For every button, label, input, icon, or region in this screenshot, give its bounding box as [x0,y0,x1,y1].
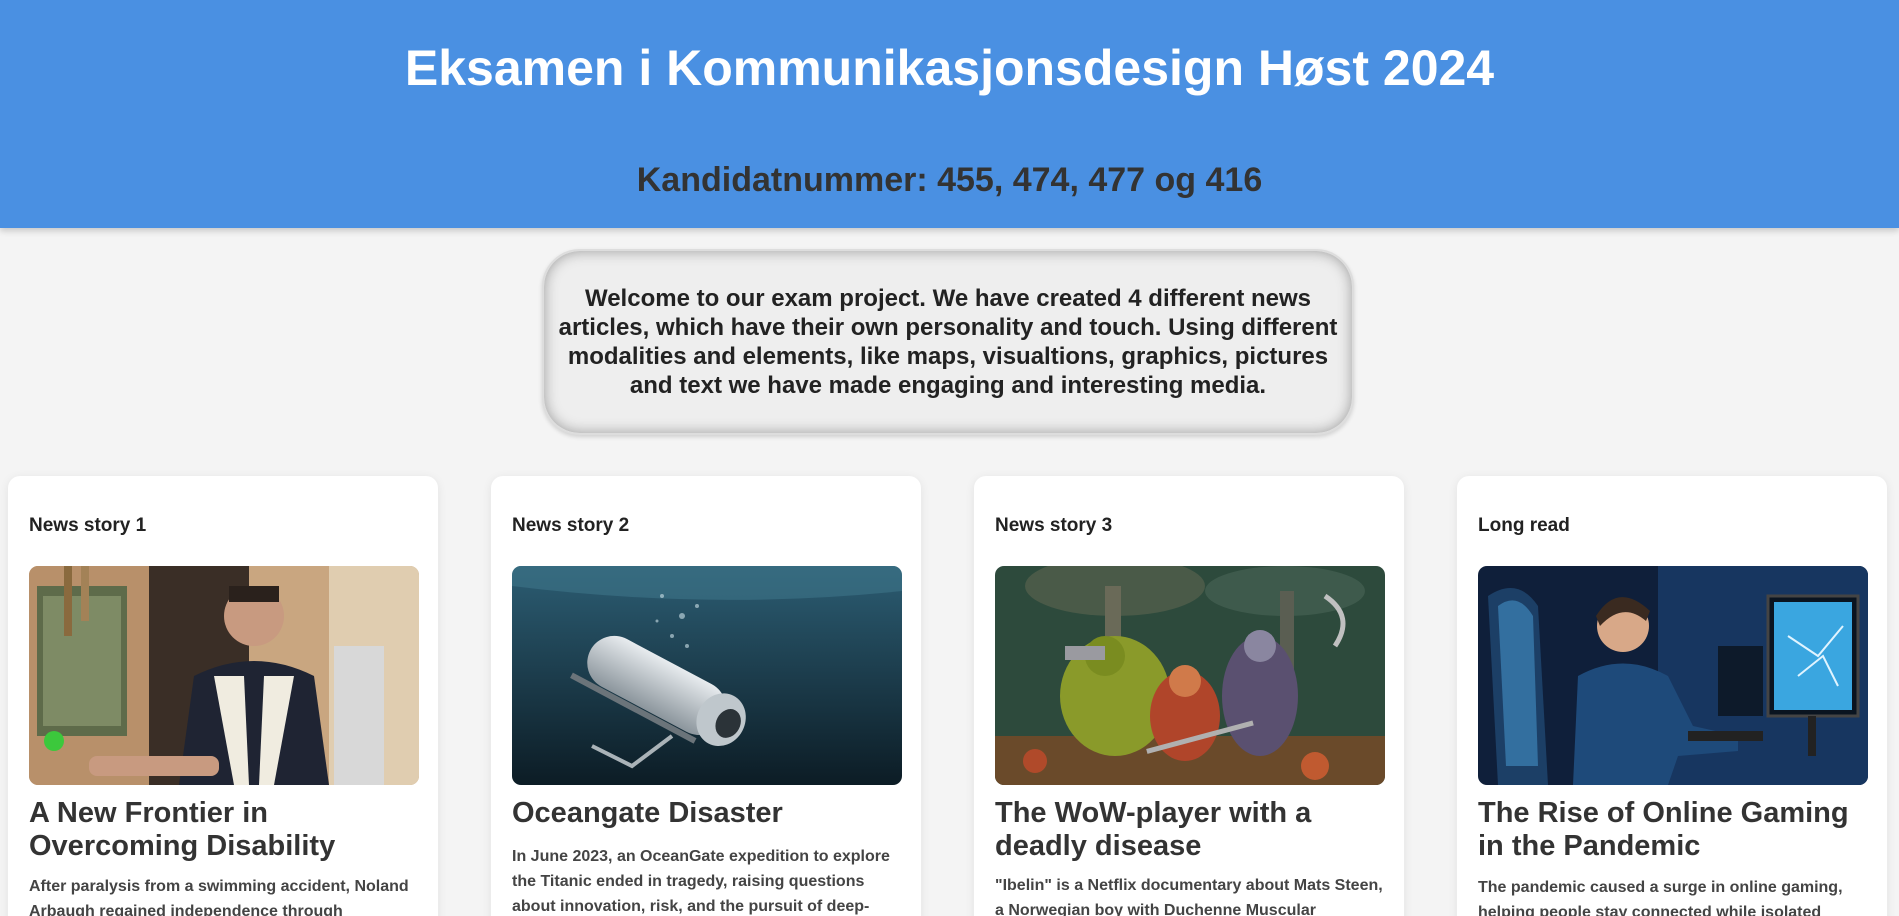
card-image[interactable] [995,566,1385,785]
card-title[interactable]: Oceangate Disaster [512,797,904,830]
news-card-2[interactable]: News story 2 Oceangate Disaster In June … [491,476,921,916]
page-title: Eksamen i Kommunikasjonsdesign Høst 2024 [404,40,1495,96]
candidate-numbers: Kandidatnummer: 455, 474, 477 og 416 [636,161,1263,199]
card-image[interactable] [29,566,419,785]
news-card-4[interactable]: Long read The Rise of Online Gaming in t… [1457,476,1887,916]
intro-box: Welcome to our exam project. We have cre… [542,249,1354,435]
card-title[interactable]: A New Frontier in Overcoming Disability [29,797,421,863]
news-card-1[interactable]: News story 1 A New Frontier in Overcomin… [8,476,438,916]
card-excerpt: After paralysis from a swimming accident… [29,878,409,916]
card-excerpt: "Ibelin" is a Netflix documentary about … [995,877,1383,916]
card-tag: Long read [1478,515,1570,536]
card-image[interactable] [1478,566,1868,785]
card-tag: News story 3 [995,515,1113,536]
card-excerpt: In June 2023, an OceanGate expedition to… [512,848,890,915]
card-tag: News story 1 [29,515,147,536]
card-image[interactable] [512,566,902,785]
card-title[interactable]: The Rise of Online Gaming in the Pandemi… [1478,797,1870,863]
news-card-3[interactable]: News story 3 The WoW-player with a deadl… [974,476,1404,916]
intro-text: Welcome to our exam project. We have cre… [558,285,1338,399]
site-header: Eksamen i Kommunikasjonsdesign Høst 2024… [0,0,1899,228]
card-tag: News story 2 [512,515,630,536]
card-title[interactable]: The WoW-player with a deadly disease [995,797,1387,863]
card-excerpt: The pandemic caused a surge in online ga… [1478,879,1843,916]
